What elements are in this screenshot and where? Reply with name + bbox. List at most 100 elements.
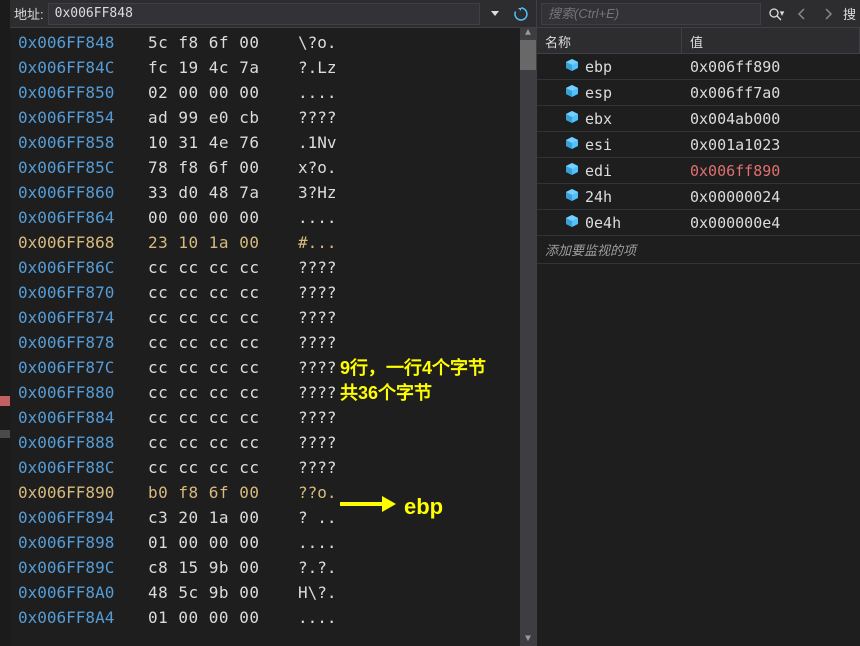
memory-row[interactable]: 0x006FF85C78 f8 6f 00x?o. xyxy=(18,155,528,180)
memory-bytes: cc cc cc cc xyxy=(148,283,298,302)
edge-label: 搜 xyxy=(843,4,856,23)
memory-ascii: .... xyxy=(298,83,337,102)
watch-row[interactable]: edi0x006ff890 xyxy=(537,158,860,184)
memory-bytes: cc cc cc cc xyxy=(148,383,298,402)
cube-icon xyxy=(565,84,579,102)
watch-name-cell: 24h xyxy=(537,188,682,206)
memory-ascii: H\?. xyxy=(298,583,337,602)
watch-name-cell: ebx xyxy=(537,110,682,128)
memory-bytes: cc cc cc cc xyxy=(148,258,298,277)
memory-ascii: \?o. xyxy=(298,33,337,52)
watch-name: 0e4h xyxy=(585,214,621,232)
memory-row[interactable]: 0x006FF884cc cc cc cc???? xyxy=(18,405,528,430)
memory-rows[interactable]: 0x006FF8485c f8 6f 00\?o.0x006FF84Cfc 19… xyxy=(10,28,536,632)
memory-row[interactable]: 0x006FF85002 00 00 00.... xyxy=(18,80,528,105)
add-watch-item[interactable]: 添加要监视的项 xyxy=(537,236,860,264)
scroll-thumb[interactable] xyxy=(520,40,536,70)
memory-address: 0x006FF89C xyxy=(18,558,148,577)
memory-ascii: .... xyxy=(298,533,337,552)
memory-pane: 地址: 0x006FF8485c f8 6f 00\?o.0x006FF84Cf… xyxy=(10,0,537,646)
watch-name-cell: 0e4h xyxy=(537,214,682,232)
nav-next-icon[interactable] xyxy=(817,3,839,25)
memory-address: 0x006FF84C xyxy=(18,58,148,77)
memory-bytes: 5c f8 6f 00 xyxy=(148,33,298,52)
memory-row[interactable]: 0x006FF894c3 20 1a 00? .. xyxy=(18,505,528,530)
cube-icon xyxy=(565,214,579,232)
memory-address: 0x006FF85C xyxy=(18,158,148,177)
memory-bytes: 02 00 00 00 xyxy=(148,83,298,102)
memory-row[interactable]: 0x006FF89801 00 00 00.... xyxy=(18,530,528,555)
address-label: 地址: xyxy=(14,4,44,23)
watch-name-cell: esp xyxy=(537,84,682,102)
memory-address: 0x006FF864 xyxy=(18,208,148,227)
refresh-icon[interactable] xyxy=(510,3,532,25)
memory-row[interactable]: 0x006FF880cc cc cc cc???? xyxy=(18,380,528,405)
memory-row[interactable]: 0x006FF874cc cc cc cc???? xyxy=(18,305,528,330)
address-dropdown-icon[interactable] xyxy=(484,3,506,25)
memory-row[interactable]: 0x006FF87Ccc cc cc cc???? xyxy=(18,355,528,380)
header-value[interactable]: 值 xyxy=(682,28,860,53)
memory-bytes: 33 d0 48 7a xyxy=(148,183,298,202)
memory-row[interactable]: 0x006FF8485c f8 6f 00\?o. xyxy=(18,30,528,55)
memory-address: 0x006FF87C xyxy=(18,358,148,377)
memory-row[interactable]: 0x006FF870cc cc cc cc???? xyxy=(18,280,528,305)
memory-address: 0x006FF888 xyxy=(18,433,148,452)
gutter-divider xyxy=(0,430,10,438)
watch-row[interactable]: 24h0x00000024 xyxy=(537,184,860,210)
memory-row[interactable]: 0x006FF8A048 5c 9b 00H\?. xyxy=(18,580,528,605)
memory-bytes: c8 15 9b 00 xyxy=(148,558,298,577)
watch-value: 0x00000024 xyxy=(682,188,860,206)
watch-name-cell: ebp xyxy=(537,58,682,76)
watch-value: 0x001a1023 xyxy=(682,136,860,154)
memory-row[interactable]: 0x006FF86033 d0 48 7a3?Hz xyxy=(18,180,528,205)
scroll-down-icon[interactable]: ▼ xyxy=(520,634,536,646)
memory-row[interactable]: 0x006FF8A401 00 00 00.... xyxy=(18,605,528,630)
watch-row[interactable]: 0e4h0x000000e4 xyxy=(537,210,860,236)
watch-header: 名称 值 xyxy=(537,28,860,54)
memory-row[interactable]: 0x006FF86400 00 00 00.... xyxy=(18,205,528,230)
memory-address: 0x006FF890 xyxy=(18,483,148,502)
watch-row[interactable]: esp0x006ff7a0 xyxy=(537,80,860,106)
memory-ascii: ???? xyxy=(298,308,337,327)
memory-address: 0x006FF858 xyxy=(18,133,148,152)
memory-row[interactable]: 0x006FF88Ccc cc cc cc???? xyxy=(18,455,528,480)
memory-row[interactable]: 0x006FF890b0 f8 6f 00??o. xyxy=(18,480,528,505)
memory-ascii: ?.?. xyxy=(298,558,337,577)
search-input[interactable] xyxy=(541,3,761,25)
memory-ascii: ??o. xyxy=(298,483,337,502)
memory-bytes: 01 00 00 00 xyxy=(148,533,298,552)
address-input[interactable] xyxy=(48,3,480,25)
scroll-up-icon[interactable]: ▲ xyxy=(520,28,536,40)
search-icon[interactable]: ▾ xyxy=(765,3,787,25)
memory-address: 0x006FF88C xyxy=(18,458,148,477)
cube-icon xyxy=(565,110,579,128)
memory-row[interactable]: 0x006FF84Cfc 19 4c 7a?.Lz xyxy=(18,55,528,80)
watch-row[interactable]: esi0x001a1023 xyxy=(537,132,860,158)
watch-value: 0x006ff7a0 xyxy=(682,84,860,102)
memory-scrollbar[interactable]: ▲ ▼ xyxy=(520,28,536,646)
memory-bytes: cc cc cc cc xyxy=(148,308,298,327)
memory-ascii: ???? xyxy=(298,383,337,402)
header-name[interactable]: 名称 xyxy=(537,28,682,53)
watch-name: ebx xyxy=(585,110,612,128)
watch-row[interactable]: ebx0x004ab000 xyxy=(537,106,860,132)
memory-row[interactable]: 0x006FF86Ccc cc cc cc???? xyxy=(18,255,528,280)
memory-ascii: ???? xyxy=(298,458,337,477)
nav-prev-icon[interactable] xyxy=(791,3,813,25)
memory-row[interactable]: 0x006FF89Cc8 15 9b 00?.?. xyxy=(18,555,528,580)
memory-row[interactable]: 0x006FF86823 10 1a 00#... xyxy=(18,230,528,255)
memory-row[interactable]: 0x006FF854ad 99 e0 cb???? xyxy=(18,105,528,130)
watch-body: ebp0x006ff890esp0x006ff7a0ebx0x004ab000e… xyxy=(537,54,860,646)
gutter-marker xyxy=(0,396,10,406)
watch-value: 0x006ff890 xyxy=(682,162,860,180)
memory-bytes: cc cc cc cc xyxy=(148,408,298,427)
memory-row[interactable]: 0x006FF888cc cc cc cc???? xyxy=(18,430,528,455)
watch-row[interactable]: ebp0x006ff890 xyxy=(537,54,860,80)
watch-value: 0x006ff890 xyxy=(682,58,860,76)
memory-row[interactable]: 0x006FF878cc cc cc cc???? xyxy=(18,330,528,355)
memory-address: 0x006FF894 xyxy=(18,508,148,527)
memory-bytes: 78 f8 6f 00 xyxy=(148,158,298,177)
memory-row[interactable]: 0x006FF85810 31 4e 76.1Nv xyxy=(18,130,528,155)
memory-ascii: x?o. xyxy=(298,158,337,177)
memory-ascii: .... xyxy=(298,208,337,227)
